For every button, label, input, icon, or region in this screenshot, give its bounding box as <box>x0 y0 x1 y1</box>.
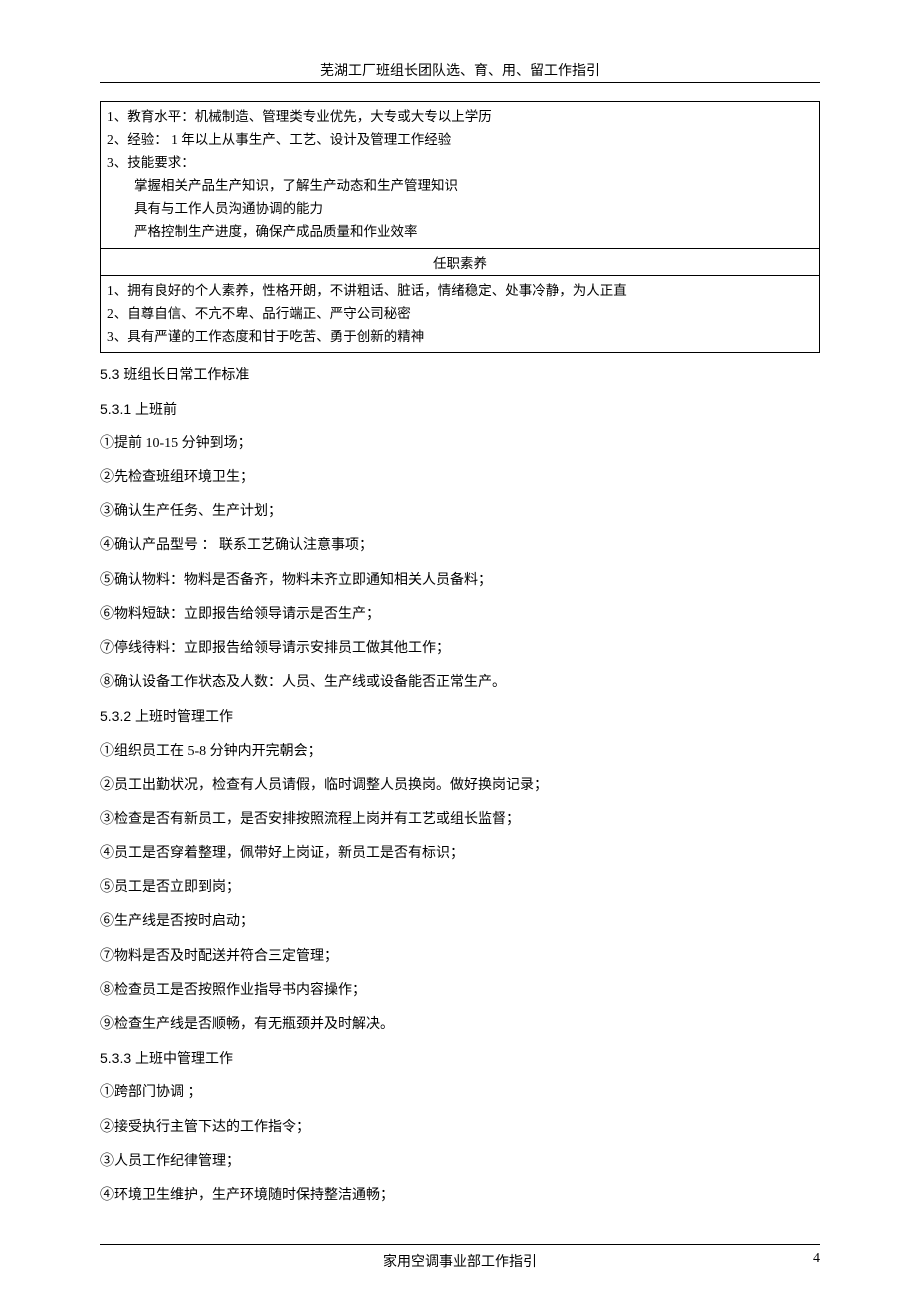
list-item: ③人员工作纪律管理； <box>100 1149 820 1174</box>
list-item: ③检查是否有新员工，是否安排按照流程上岗并有工艺或组长监督； <box>100 807 820 832</box>
list-item: ②先检查班组环境卫生； <box>100 465 820 490</box>
footer-line <box>100 1244 820 1245</box>
box-subline: 具有与工作人员沟通协调的能力 <box>107 198 813 221</box>
box-subline: 严格控制生产进度，确保产成品质量和作业效率 <box>107 221 813 244</box>
list-item: ①跨部门协调 ； <box>100 1080 820 1105</box>
list-item: ⑧确认设备工作状态及人数：人员、生产线或设备能否正常生产。 <box>100 670 820 695</box>
list-item: ③确认生产任务、生产计划； <box>100 499 820 524</box>
list-item: ⑧检查员工是否按照作业指导书内容操作； <box>100 978 820 1003</box>
list-item: ②员工出勤状况，检查有人员请假，临时调整人员换岗。做好换岗记录； <box>100 773 820 798</box>
footer-center-text: 家用空调事业部工作指引 <box>130 1251 790 1271</box>
list-item: ①组织员工在 5-8 分钟内开完朝会； <box>100 739 820 764</box>
qualification-box: 1、教育水平：机械制造、管理类专业优先，大专或大专以上学历 2、经验： 1 年以… <box>100 101 820 353</box>
list-item: ②接受执行主管下达的工作指令； <box>100 1115 820 1140</box>
list-item: ④环境卫生维护，生产环境随时保持整洁通畅； <box>100 1183 820 1208</box>
page-footer: 家用空调事业部工作指引 4 <box>100 1244 820 1271</box>
list-item: ⑦物料是否及时配送并符合三定管理； <box>100 944 820 969</box>
list-item: ⑨检查生产线是否顺畅，有无瓶颈并及时解决。 <box>100 1012 820 1037</box>
box-line: 3、技能要求： <box>107 152 813 175</box>
section-5-3: 5.3 班组长日常工作标准 <box>100 362 820 387</box>
box-line: 1、教育水平：机械制造、管理类专业优先，大专或大专以上学历 <box>107 106 813 129</box>
section-5-3-3: 5.3.3 上班中管理工作 <box>100 1046 820 1071</box>
list-item: ⑥物料短缺：立即报告给领导请示是否生产； <box>100 602 820 627</box>
qualification-upper: 1、教育水平：机械制造、管理类专业优先，大专或大专以上学历 2、经验： 1 年以… <box>101 102 819 248</box>
section-5-3-2: 5.3.2 上班时管理工作 <box>100 704 820 729</box>
box-line: 3、具有严谨的工作态度和甘于吃苦、勇于创新的精神 <box>107 326 813 349</box>
list-item: ④员工是否穿着整理，佩带好上岗证，新员工是否有标识； <box>100 841 820 866</box>
list-item: ⑤员工是否立即到岗； <box>100 875 820 900</box>
list-item: ⑦停线待料：立即报告给领导请示安排员工做其他工作； <box>100 636 820 661</box>
section-5-3-1: 5.3.1 上班前 <box>100 397 820 422</box>
box-line: 2、自尊自信、不亢不卑、品行端正、严守公司秘密 <box>107 303 813 326</box>
header-underline <box>100 82 820 83</box>
box-line: 2、经验： 1 年以上从事生产、工艺、设计及管理工作经验 <box>107 129 813 152</box>
list-item: ④确认产品型号 ： 联系工艺确认注意事项； <box>100 533 820 558</box>
list-item: ⑥生产线是否按时启动； <box>100 909 820 934</box>
list-item: ⑤确认物料：物料是否备齐，物料未齐立即通知相关人员备料； <box>100 568 820 593</box>
qualification-lower: 1、拥有良好的个人素养，性格开朗，不讲粗话、脏话，情绪稳定、处事冷静，为人正直 … <box>101 275 819 353</box>
page-content: 芜湖工厂班组长团队选、育、用、留工作指引 1、教育水平：机械制造、管理类专业优先… <box>0 0 920 1208</box>
box-divider-title: 任职素养 <box>101 248 819 275</box>
list-item: ①提前 10-15 分钟到场； <box>100 431 820 456</box>
box-line: 1、拥有良好的个人素养，性格开朗，不讲粗话、脏话，情绪稳定、处事冷静，为人正直 <box>107 280 813 303</box>
page-number: 4 <box>790 1251 820 1271</box>
page-header-title: 芜湖工厂班组长团队选、育、用、留工作指引 <box>100 60 820 80</box>
box-subline: 掌握相关产品生产知识，了解生产动态和生产管理知识 <box>107 175 813 198</box>
